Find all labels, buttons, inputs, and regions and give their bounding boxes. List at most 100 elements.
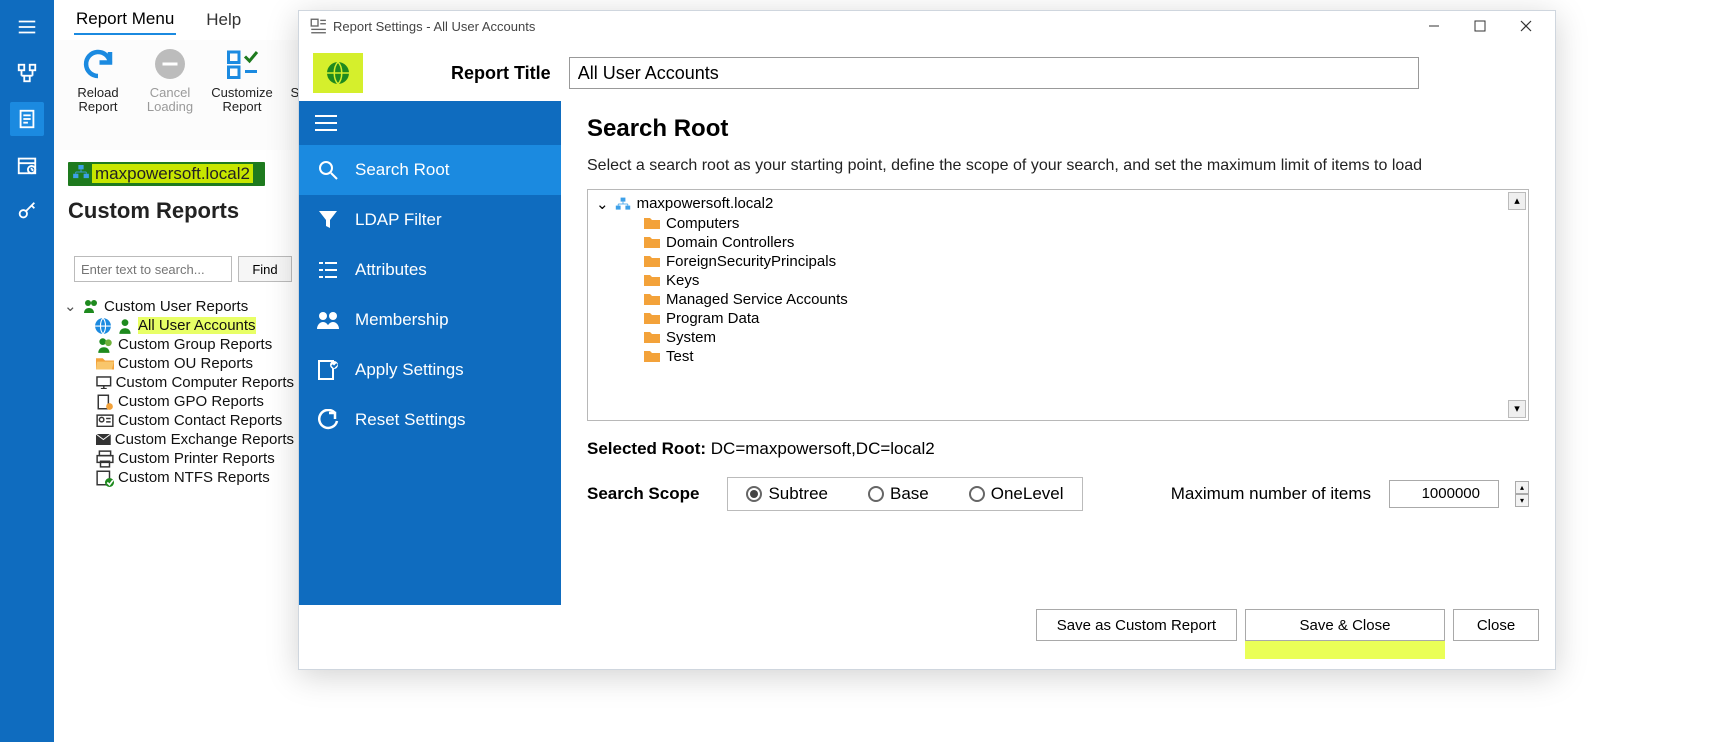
printer-icon: [96, 451, 114, 467]
root-tree-item[interactable]: Test: [590, 347, 1526, 366]
spin-up-button[interactable]: ▴: [1515, 481, 1529, 494]
root-tree-box: ▴ ▾ ⌄ maxpowersoft.local2 Computers Doma…: [587, 189, 1529, 421]
root-tree-item[interactable]: Keys: [590, 271, 1526, 290]
tree-item[interactable]: Custom OU Reports: [64, 354, 294, 373]
cancel-loading-button: Cancel Loading: [136, 46, 204, 115]
group-icon: [96, 337, 114, 353]
sidebar-label: Apply Settings: [355, 360, 464, 380]
tree-item[interactable]: Custom Contact Reports: [64, 411, 294, 430]
tree-item-label: Custom Contact Reports: [118, 412, 282, 429]
sidebar-label: Search Root: [355, 160, 450, 180]
scope-option-subtree[interactable]: Subtree: [746, 484, 828, 504]
tree-item-label: Custom Computer Reports: [116, 374, 294, 391]
sidebar-label: Attributes: [355, 260, 427, 280]
tree-parent-label: Custom User Reports: [104, 298, 248, 315]
save-and-close-button[interactable]: Save & Close: [1245, 609, 1445, 641]
tree-parent-row[interactable]: ⌄ Custom User Reports: [64, 296, 294, 316]
menu-report[interactable]: Report Menu: [74, 5, 176, 35]
maximize-button[interactable]: [1457, 12, 1503, 40]
tree-item[interactable]: Custom GPO Reports: [64, 392, 294, 411]
globe-icon: [94, 318, 112, 334]
domain-label: maxpowersoft.local2: [92, 164, 253, 183]
folder-open-icon: [96, 356, 114, 372]
tree-item-label: Custom Exchange Reports: [115, 431, 294, 448]
tree-item-label: Custom Printer Reports: [118, 450, 275, 467]
sidebar-burger[interactable]: [299, 101, 561, 145]
selected-root-label: Selected Root:: [587, 439, 706, 458]
tree-selected-row[interactable]: All User Accounts: [64, 316, 294, 335]
filter-icon: [315, 209, 341, 231]
spin-down-button[interactable]: ▾: [1515, 494, 1529, 507]
close-button[interactable]: Close: [1453, 609, 1539, 641]
tree-item[interactable]: Custom NTFS Reports: [64, 468, 294, 487]
radio-label: Subtree: [768, 484, 828, 504]
folder-icon: [644, 216, 660, 230]
sidebar-item-membership[interactable]: Membership: [299, 295, 561, 345]
tree-item[interactable]: Custom Exchange Reports: [64, 430, 294, 449]
dialog-sidebar: Search Root LDAP Filter Attributes Membe…: [299, 101, 561, 605]
attributes-icon: [315, 259, 341, 281]
customize-icon: [224, 46, 260, 82]
tree-item-label: Custom OU Reports: [118, 355, 253, 372]
reload-report-button[interactable]: Reload Report: [64, 46, 132, 115]
max-items-input[interactable]: [1389, 480, 1499, 508]
selected-root-row: Selected Root: DC=maxpowersoft,DC=local2: [587, 439, 1529, 459]
find-button[interactable]: Find: [238, 256, 292, 282]
section-description: Select a search root as your starting po…: [587, 155, 1529, 177]
globe-badge: [313, 53, 363, 93]
ntfs-icon: [96, 470, 114, 486]
root-tree-item[interactable]: ForeignSecurityPrincipals: [590, 252, 1526, 271]
cancel-icon: [152, 46, 188, 82]
root-tree-item[interactable]: Domain Controllers: [590, 233, 1526, 252]
key-nav-icon[interactable]: [10, 194, 44, 228]
reload-label: Reload Report: [64, 86, 132, 115]
max-items-spinner: ▴▾: [1515, 481, 1529, 507]
root-item-label: Managed Service Accounts: [666, 291, 848, 308]
root-item-label: System: [666, 329, 716, 346]
close-window-button[interactable]: [1503, 12, 1549, 40]
menu-help[interactable]: Help: [204, 6, 243, 34]
minimize-button[interactable]: [1411, 12, 1457, 40]
sidebar-item-apply-settings[interactable]: Apply Settings: [299, 345, 561, 395]
sidebar-label: LDAP Filter: [355, 210, 442, 230]
scroll-down-button[interactable]: ▾: [1508, 400, 1526, 418]
refresh-icon: [80, 46, 116, 82]
mail-icon: [96, 432, 111, 448]
root-tree-item[interactable]: Managed Service Accounts: [590, 290, 1526, 309]
report-nav-icon[interactable]: [10, 102, 44, 136]
save-as-custom-button[interactable]: Save as Custom Report: [1036, 609, 1237, 641]
report-title-row: Report Title: [299, 41, 1555, 101]
max-items-label: Maximum number of items: [1171, 484, 1371, 504]
cancel-label: Cancel Loading: [136, 86, 204, 115]
search-input[interactable]: [74, 256, 232, 282]
reset-icon: [315, 409, 341, 431]
root-tree-item[interactable]: Computers: [590, 214, 1526, 233]
sidebar-item-ldap-filter[interactable]: LDAP Filter: [299, 195, 561, 245]
scope-option-onelevel[interactable]: OneLevel: [969, 484, 1064, 504]
report-settings-dialog: Report Settings - All User Accounts Repo…: [298, 10, 1556, 670]
domain-badge: maxpowersoft.local2: [68, 162, 265, 186]
tree-item[interactable]: Custom Group Reports: [64, 335, 294, 354]
sidebar-item-reset-settings[interactable]: Reset Settings: [299, 395, 561, 445]
report-title-input[interactable]: [569, 57, 1419, 89]
customize-report-button[interactable]: Customize Report: [208, 46, 276, 115]
tree-item[interactable]: Custom Computer Reports: [64, 373, 294, 392]
schedule-nav-icon[interactable]: [10, 148, 44, 182]
root-tree-item[interactable]: Program Data: [590, 309, 1526, 328]
dialog-titlebar: Report Settings - All User Accounts: [299, 11, 1555, 41]
tree-item[interactable]: Custom Printer Reports: [64, 449, 294, 468]
radio-label: OneLevel: [991, 484, 1064, 504]
hamburger-icon[interactable]: [10, 10, 44, 44]
globe-icon: [325, 60, 351, 86]
sidebar-item-search-root[interactable]: Search Root: [299, 145, 561, 195]
root-tree-item[interactable]: System: [590, 328, 1526, 347]
custom-reports-heading: Custom Reports: [68, 198, 239, 224]
scroll-up-button[interactable]: ▴: [1508, 192, 1526, 210]
tree-item-label: Custom Group Reports: [118, 336, 272, 353]
scope-option-base[interactable]: Base: [868, 484, 929, 504]
folder-icon: [644, 273, 660, 287]
sidebar-label: Membership: [355, 310, 449, 330]
sidebar-item-attributes[interactable]: Attributes: [299, 245, 561, 295]
tree-nav-icon[interactable]: [10, 56, 44, 90]
root-tree-root[interactable]: ⌄ maxpowersoft.local2: [590, 194, 1526, 214]
